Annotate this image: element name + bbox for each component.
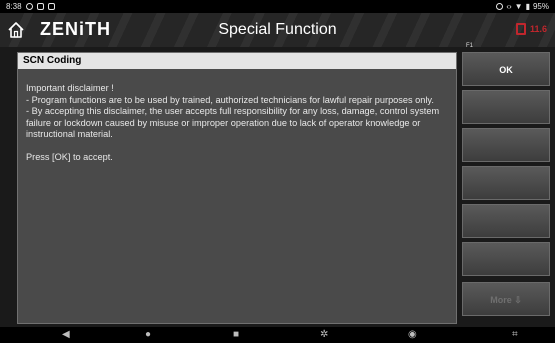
status-time: 8:38 — [6, 2, 22, 11]
ok-button-label: OK — [499, 65, 513, 75]
notification-icon — [36, 3, 44, 10]
function-button-2 — [462, 90, 550, 124]
function-button-4 — [462, 166, 550, 200]
notification-icon — [47, 3, 55, 10]
function-button-3 — [462, 128, 550, 162]
vehicle-voltage: 11.6 — [529, 24, 547, 34]
more-button: More ⇩ — [462, 282, 550, 316]
panel-title: SCN Coding — [18, 53, 456, 69]
location-icon — [496, 3, 504, 10]
function-button-5 — [462, 204, 550, 238]
ok-button[interactable]: F1 OK — [462, 43, 550, 86]
car-battery-icon — [515, 23, 526, 35]
vehicle-battery-status: 11.6 — [515, 23, 547, 35]
wifi-icon: ▼ — [514, 2, 523, 11]
function-button-6 — [462, 242, 550, 276]
status-bar: 8:38 ‹› ▼ ▮ 95% — [0, 0, 555, 13]
page-title: Special Function — [218, 21, 337, 38]
disclaimer-text: Important disclaimer ! - Program functio… — [26, 83, 440, 162]
screenshot-icon[interactable]: ⌗ — [512, 330, 518, 340]
settings-gear-icon[interactable]: ✲ — [320, 330, 328, 340]
recents-icon[interactable]: ■ — [233, 330, 239, 340]
navigation-bar: ◀ ● ■ ✲ ◉ ⌗ — [0, 327, 555, 343]
browser-icon[interactable]: ◉ — [408, 330, 417, 340]
signal-icon: ‹› — [506, 2, 512, 11]
f1-key-label: F1 — [466, 43, 474, 49]
notification-icon — [25, 3, 33, 10]
home-nav-icon[interactable]: ● — [145, 330, 151, 340]
battery-level: 95% — [532, 2, 549, 11]
back-icon[interactable]: ◀ — [62, 330, 70, 340]
more-button-label: More ⇩ — [490, 295, 522, 305]
disclaimer-panel: SCN Coding Important disclaimer ! - Prog… — [17, 52, 457, 324]
battery-icon: ▮ — [525, 2, 530, 11]
